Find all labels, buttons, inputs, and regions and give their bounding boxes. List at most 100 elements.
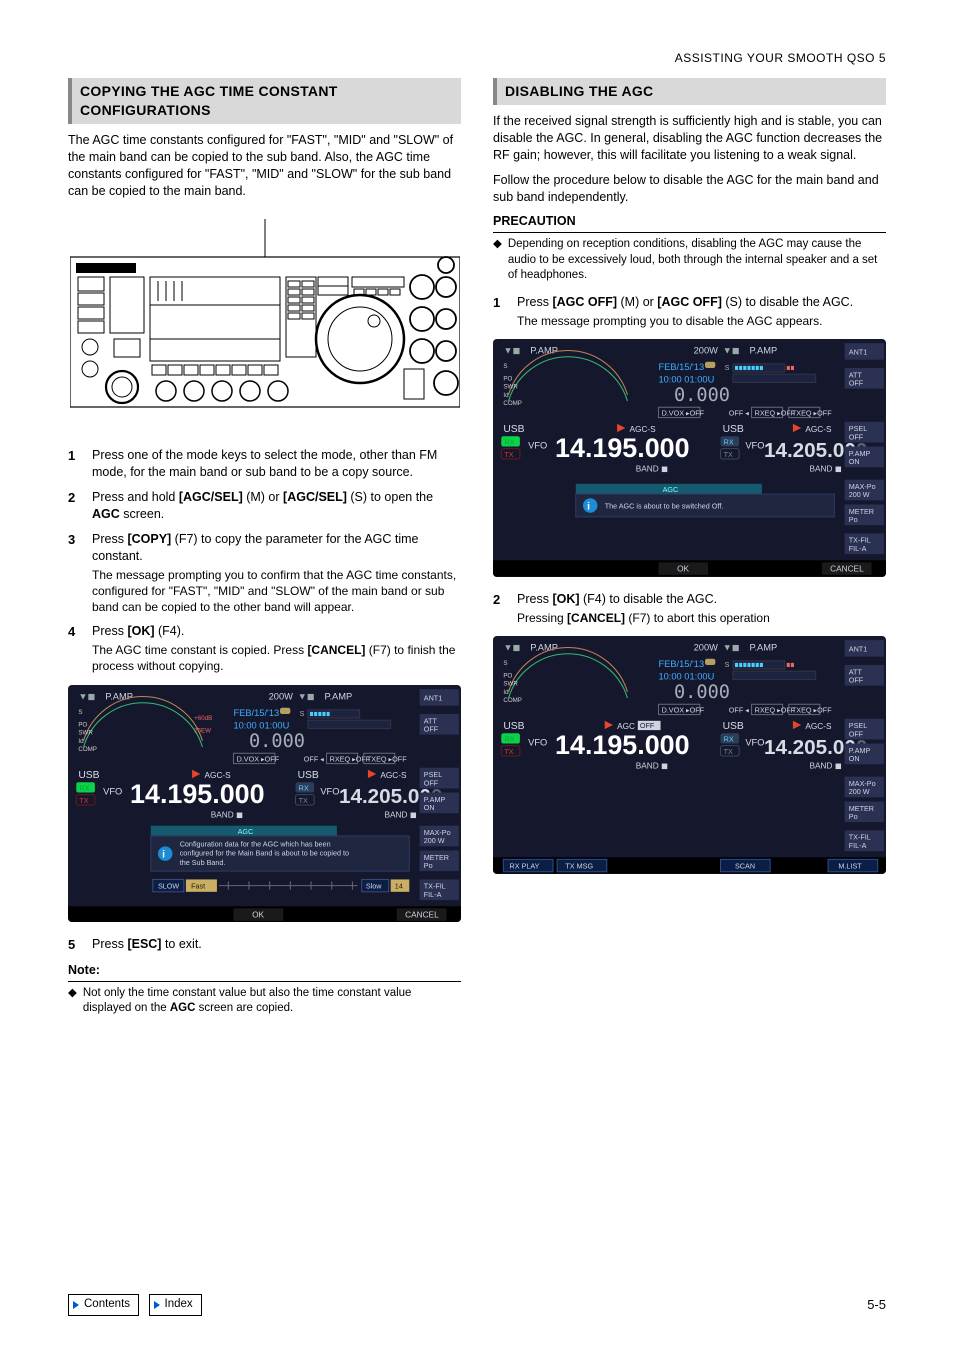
svg-text:OK: OK — [677, 565, 689, 574]
note-heading: Note: — [68, 962, 461, 982]
svg-text:OFF: OFF — [849, 378, 864, 387]
svg-text:RX: RX — [79, 783, 89, 792]
svg-text:USB: USB — [723, 424, 744, 435]
radio-illustration — [68, 219, 461, 419]
svg-text:BAND ◼: BAND ◼ — [636, 464, 668, 473]
svg-text:USB: USB — [723, 721, 744, 732]
right-section-title: DISABLING THE AGC — [493, 78, 886, 105]
svg-text:SCAN: SCAN — [735, 862, 755, 871]
step-sub: The message prompting you to disable the… — [517, 313, 886, 329]
precaution-item: ◆ Depending on reception conditions, dis… — [493, 237, 886, 284]
step-sub: The AGC time constant is copied. Press [… — [92, 642, 461, 674]
svg-text:the Sub Band.: the Sub Band. — [180, 857, 226, 866]
svg-text:CANCEL: CANCEL — [830, 565, 864, 574]
svg-text:14.195.000: 14.195.000 — [555, 433, 690, 463]
svg-text:TX: TX — [504, 747, 513, 756]
svg-text:Po: Po — [424, 861, 433, 870]
svg-text:OFF ◂: OFF ◂ — [304, 754, 324, 763]
svg-text:RX: RX — [504, 734, 514, 743]
svg-text:FIL-A: FIL-A — [424, 890, 442, 899]
svg-text:D.VOX ▸OFF: D.VOX ▸OFF — [237, 754, 280, 763]
svg-text:COMP: COMP — [78, 746, 97, 753]
svg-text:FEB/15/'13: FEB/15/'13 — [233, 708, 279, 718]
step-num: 3 — [68, 531, 82, 615]
svg-text:0.000: 0.000 — [674, 385, 730, 406]
right-column: DISABLING THE AGC If the received signal… — [493, 78, 886, 1021]
svg-text:0.000: 0.000 — [674, 682, 730, 703]
svg-text:10:00 01:00U: 10:00 01:00U — [233, 720, 289, 730]
svg-text:BAND ◼: BAND ◼ — [636, 761, 668, 770]
svg-text:200W: 200W — [694, 642, 719, 652]
svg-text:TX: TX — [299, 795, 308, 804]
svg-text:USB: USB — [298, 770, 319, 781]
svg-text:OFF: OFF — [424, 724, 439, 733]
svg-text:200 W: 200 W — [424, 836, 445, 845]
svg-text:Id: Id — [78, 737, 84, 744]
svg-text:Fast: Fast — [191, 881, 205, 890]
svg-text:Id: Id — [503, 689, 509, 696]
step-5: 5Press [ESC] to exit. — [68, 936, 461, 954]
svg-text:P.AMP: P.AMP — [324, 691, 352, 701]
lcd-screenshot-disable-prompt: ▼◼ P.AMP 200W ▼◼ P.AMP SPOSWRIdCOMP FEB/… — [493, 339, 886, 577]
svg-text:ON: ON — [849, 754, 860, 763]
contents-button[interactable]: Contents — [68, 1294, 139, 1316]
step-num: 4 — [68, 623, 82, 674]
svg-text:14.195.000: 14.195.000 — [555, 730, 690, 760]
step-text: Press [OK] (F4). — [92, 624, 184, 638]
svg-text:AGC-S: AGC-S — [380, 771, 407, 780]
svg-text:VFO: VFO — [528, 441, 547, 451]
step-text: Press and hold [AGC/SEL] (M) or [AGC/SEL… — [92, 490, 433, 521]
svg-text:SWR: SWR — [78, 729, 93, 736]
svg-text:▼◼: ▼◼ — [298, 691, 315, 701]
step-sub: The message prompting you to confirm tha… — [92, 567, 461, 616]
svg-text:FEB/15/'13: FEB/15/'13 — [658, 362, 704, 372]
svg-text:RXEQ ▸OFF: RXEQ ▸OFF — [755, 408, 796, 417]
index-button[interactable]: Index — [149, 1294, 202, 1316]
svg-text:S: S — [725, 660, 730, 669]
svg-text:OFF ◂: OFF ◂ — [729, 408, 749, 417]
svg-text:SLOW: SLOW — [158, 881, 179, 890]
svg-text:FEB/15/'13: FEB/15/'13 — [658, 659, 704, 669]
svg-text:SWR: SWR — [503, 384, 518, 391]
step-text: Press [ESC] to exit. — [92, 937, 202, 951]
step-1: 1Press one of the mode keys to select th… — [68, 447, 461, 481]
svg-text:▼◼: ▼◼ — [503, 345, 520, 355]
play-icon — [73, 1301, 79, 1309]
step-text: Press [AGC OFF] (M) or [AGC OFF] (S) to … — [517, 295, 853, 309]
svg-text:P.AMP: P.AMP — [530, 345, 558, 355]
svg-text:VFO: VFO — [745, 441, 764, 451]
svg-text:200W: 200W — [694, 345, 719, 355]
svg-text:RX: RX — [724, 437, 734, 446]
svg-text:configured for the Main Band i: configured for the Main Band is about to… — [180, 848, 349, 857]
svg-text:ON: ON — [849, 457, 860, 466]
svg-text:BAND ◼: BAND ◼ — [384, 810, 416, 819]
svg-text:▼◼: ▼◼ — [78, 691, 95, 701]
svg-text:▼◼: ▼◼ — [503, 642, 520, 652]
index-label: Index — [165, 1297, 193, 1313]
svg-text:10:00 01:00U: 10:00 01:00U — [658, 671, 714, 681]
svg-text:P.AMP: P.AMP — [105, 691, 133, 701]
svg-text:0.000: 0.000 — [249, 731, 305, 752]
svg-text:P.AMP: P.AMP — [749, 642, 777, 652]
svg-text:RXEQ ▸OFF: RXEQ ▸OFF — [755, 705, 796, 714]
svg-text:FIL-A: FIL-A — [849, 544, 867, 553]
svg-text:AGC: AGC — [238, 826, 254, 835]
lcd-screenshot-copy: ▼◼ P.AMP 200W ▼◼ P.AMP S PO SWR Id COMP … — [68, 685, 461, 923]
svg-text:TXEQ ▸OFF: TXEQ ▸OFF — [792, 705, 832, 714]
svg-text:OFF: OFF — [849, 432, 864, 441]
diamond-icon: ◆ — [68, 986, 77, 1017]
svg-text:COMP: COMP — [503, 697, 522, 704]
svg-text:USB: USB — [78, 770, 99, 781]
svg-text:COMP: COMP — [503, 400, 522, 407]
lcd-screenshot-disabled: ▼◼ P.AMP 200W ▼◼ P.AMP SPOSWRIdCOMP FEB/… — [493, 636, 886, 874]
svg-text:S: S — [503, 363, 507, 370]
step-2: 2Press and hold [AGC/SEL] (M) or [AGC/SE… — [68, 489, 461, 523]
svg-text:Slow: Slow — [366, 881, 382, 890]
svg-text:14: 14 — [395, 881, 403, 890]
precaution-heading: PRECAUTION — [493, 213, 886, 233]
step-num: 2 — [493, 591, 507, 626]
svg-text:200 W: 200 W — [849, 787, 870, 796]
svg-text:RX PLAY: RX PLAY — [510, 862, 540, 871]
svg-text:BAND ◼: BAND ◼ — [809, 761, 841, 770]
svg-text:AGC: AGC — [663, 485, 679, 494]
